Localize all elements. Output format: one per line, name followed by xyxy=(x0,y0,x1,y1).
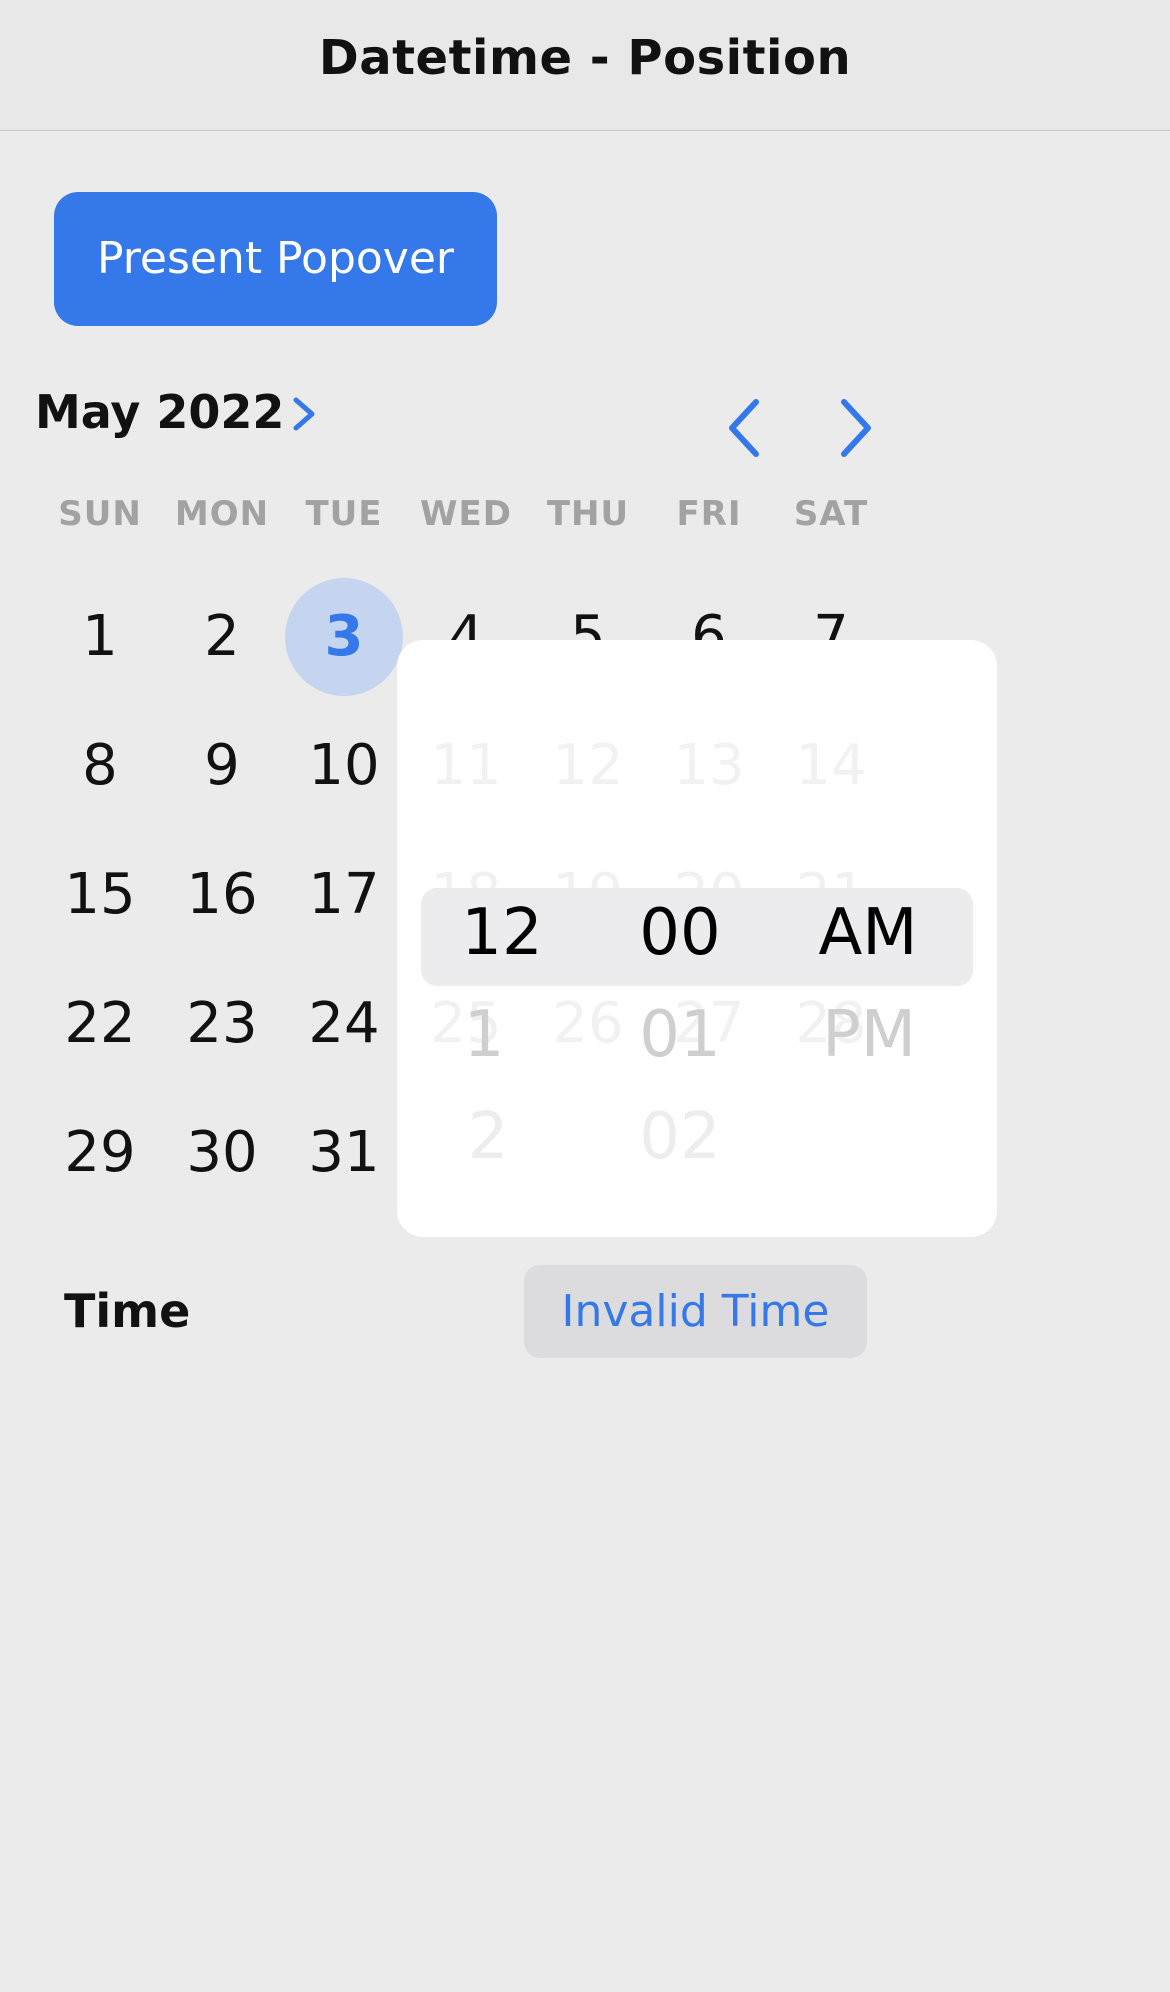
hour-option-selected[interactable]: 12 xyxy=(417,896,587,970)
day-cell[interactable]: 24 xyxy=(283,963,405,1085)
day-cell[interactable]: 9 xyxy=(161,705,283,827)
period-option-selected[interactable]: AM xyxy=(783,896,953,970)
day-cell[interactable]: 22 xyxy=(39,963,161,1085)
hour-option[interactable]: 2 xyxy=(403,1100,573,1174)
day-label: 3 xyxy=(324,604,364,669)
page-title: Datetime - Position xyxy=(318,30,852,86)
time-label: Time xyxy=(64,1284,191,1338)
day-cell-selected[interactable]: 3 xyxy=(283,576,405,698)
hidden-day: 14 xyxy=(795,733,867,798)
day-cell[interactable]: 30 xyxy=(161,1092,283,1214)
minute-option[interactable]: 01 xyxy=(595,998,765,1072)
day-cell[interactable]: 16 xyxy=(161,834,283,956)
day-cell[interactable]: 31 xyxy=(283,1092,405,1214)
weekday-tue: TUE xyxy=(305,494,383,534)
chevron-right-icon[interactable] xyxy=(290,394,318,434)
day-cell[interactable]: 8 xyxy=(39,705,161,827)
navigation-bar: Datetime - Position xyxy=(0,0,1170,131)
day-cell[interactable]: 1 xyxy=(39,576,161,698)
period-option[interactable]: PM xyxy=(784,998,954,1072)
minute-option[interactable]: 02 xyxy=(595,1100,765,1174)
hour-option[interactable]: 1 xyxy=(399,998,569,1072)
hidden-day: 12 xyxy=(552,733,624,798)
month-year-label[interactable]: May 2022 xyxy=(35,385,284,439)
day-cell[interactable]: 29 xyxy=(39,1092,161,1214)
day-cell[interactable]: 15 xyxy=(39,834,161,956)
day-cell[interactable]: 23 xyxy=(161,963,283,1085)
present-popover-button[interactable]: Present Popover xyxy=(54,192,497,326)
chevron-right-icon[interactable] xyxy=(834,396,878,460)
weekday-sat: SAT xyxy=(793,494,869,534)
hidden-day: 11 xyxy=(430,733,502,798)
weekday-sun: SUN xyxy=(58,494,142,534)
weekday-thu: THU xyxy=(546,494,630,534)
weekday-mon: MON xyxy=(174,494,270,534)
weekday-fri: FRI xyxy=(676,494,742,534)
day-cell[interactable]: 10 xyxy=(283,705,405,827)
day-cell[interactable]: 17 xyxy=(283,834,405,956)
time-picker-popover: 11 12 13 14 18 19 20 21 25 26 27 28 12 1… xyxy=(397,640,997,1237)
chevron-left-icon[interactable] xyxy=(722,396,766,460)
time-value-button[interactable]: Invalid Time xyxy=(524,1265,867,1358)
day-cell[interactable]: 2 xyxy=(161,576,283,698)
hidden-day: 13 xyxy=(673,733,745,798)
weekday-wed: WED xyxy=(420,494,512,534)
minute-option-selected[interactable]: 00 xyxy=(595,896,765,970)
